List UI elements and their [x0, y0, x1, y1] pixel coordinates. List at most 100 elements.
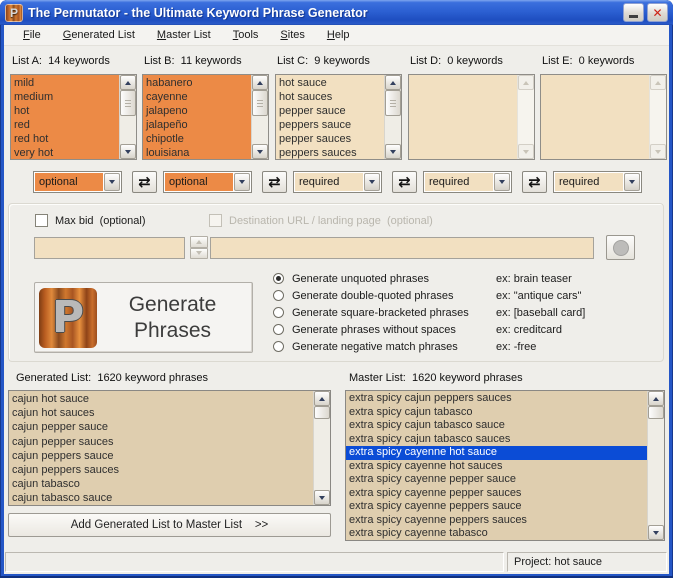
list-item[interactable]: red hot: [11, 132, 119, 146]
url-action-button[interactable]: [606, 235, 635, 260]
scrollbar-track[interactable]: [252, 90, 268, 144]
swap-a-b-button[interactable]: ⇄: [132, 171, 157, 193]
scroll-down-button[interactable]: [120, 144, 136, 159]
menu-sites[interactable]: Sites: [271, 26, 317, 44]
app-logo-icon[interactable]: P: [5, 4, 23, 22]
list-item[interactable]: hot: [11, 104, 119, 118]
scrollbar-track[interactable]: [648, 406, 664, 525]
list-item[interactable]: jalapeño: [143, 118, 251, 132]
scrollbar-track[interactable]: [120, 90, 136, 144]
list-b-listbox[interactable]: habanero cayenne jalapeno jalapeño chipo…: [142, 74, 269, 160]
scroll-down-button[interactable]: [385, 144, 401, 159]
list-item[interactable]: jalapeno: [143, 104, 251, 118]
destination-url-input[interactable]: [210, 237, 594, 259]
list-item[interactable]: cajun peppers sauces: [9, 463, 313, 477]
max-bid-checkbox[interactable]: Max bid (optional): [35, 214, 146, 227]
scroll-down-button[interactable]: [314, 490, 330, 505]
list-b-scrollbar[interactable]: [251, 75, 268, 159]
list-item[interactable]: extra spicy cajun tabasco sauces: [346, 433, 647, 447]
scroll-up-button[interactable]: [120, 75, 136, 90]
chevron-down-icon[interactable]: [364, 173, 380, 191]
option-without-spaces[interactable]: Generate phrases without spaces: [273, 323, 496, 336]
list-a-listbox[interactable]: mild medium hot red red hot very hot: [10, 74, 137, 160]
option-unquoted[interactable]: Generate unquoted phrases: [273, 272, 496, 285]
list-item[interactable]: cajun hot sauces: [9, 406, 313, 420]
list-item[interactable]: cajun pepper sauce: [9, 420, 313, 434]
list-item[interactable]: chipotle: [143, 132, 251, 146]
list-item[interactable]: peppers sauces: [276, 146, 384, 159]
list-item[interactable]: habanero: [143, 76, 251, 90]
scrollbar-thumb[interactable]: [385, 90, 401, 116]
list-item[interactable]: cajun hot sauce: [9, 392, 313, 406]
scroll-up-button[interactable]: [314, 391, 330, 406]
scrollbar-track[interactable]: [385, 90, 401, 144]
list-item[interactable]: extra spicy cayenne tabasco: [346, 527, 647, 540]
list-item[interactable]: extra spicy cayenne pepper sauces: [346, 487, 647, 501]
swap-c-d-button[interactable]: ⇄: [392, 171, 417, 193]
list-item[interactable]: hot sauces: [276, 90, 384, 104]
scrollbar-thumb[interactable]: [120, 90, 136, 116]
scroll-down-button[interactable]: [648, 525, 664, 540]
scrollbar-track[interactable]: [314, 406, 330, 490]
list-d-rule-combo[interactable]: required: [423, 171, 512, 193]
stepper-down-button[interactable]: [190, 248, 208, 260]
list-item[interactable]: cajun peppers sauce: [9, 449, 313, 463]
add-to-master-button[interactable]: Add Generated List to Master List >>: [8, 513, 331, 537]
list-c-scrollbar[interactable]: [384, 75, 401, 159]
max-bid-input[interactable]: [34, 237, 185, 259]
radio-icon[interactable]: [273, 324, 284, 335]
option-square-bracketed[interactable]: Generate square-bracketed phrases: [273, 306, 496, 319]
menu-file[interactable]: File: [14, 26, 54, 44]
list-e-rule-combo[interactable]: required: [553, 171, 642, 193]
list-a-rule-combo[interactable]: optional: [33, 171, 122, 193]
close-button[interactable]: ✕: [647, 3, 668, 22]
scroll-up-button[interactable]: [252, 75, 268, 90]
chevron-down-icon[interactable]: [234, 173, 250, 191]
list-item[interactable]: cajun tabasco: [9, 477, 313, 491]
master-scrollbar[interactable]: [647, 391, 664, 540]
list-item[interactable]: cajun tabasco sauce: [9, 491, 313, 505]
radio-icon[interactable]: [273, 307, 284, 318]
swap-b-c-button[interactable]: ⇄: [262, 171, 287, 193]
list-item[interactable]: cayenne: [143, 90, 251, 104]
master-listbox[interactable]: extra spicy cajun peppers sauces extra s…: [345, 390, 665, 541]
list-item[interactable]: louisiana: [143, 146, 251, 159]
checkbox-icon[interactable]: [35, 214, 48, 227]
menu-master-list[interactable]: Master List: [148, 26, 224, 44]
list-item[interactable]: extra spicy cajun tabasco: [346, 406, 647, 420]
list-d-listbox[interactable]: [408, 74, 535, 160]
list-item[interactable]: extra spicy cayenne hot sauces: [346, 460, 647, 474]
scroll-up-button[interactable]: [385, 75, 401, 90]
menu-tools[interactable]: Tools: [224, 26, 272, 44]
radio-icon[interactable]: [273, 290, 284, 301]
chevron-down-icon[interactable]: [494, 173, 510, 191]
checkbox-icon[interactable]: [209, 214, 222, 227]
list-item[interactable]: medium: [11, 90, 119, 104]
list-c-rule-combo[interactable]: required: [293, 171, 382, 193]
menu-help[interactable]: Help: [318, 26, 363, 44]
scrollbar-thumb[interactable]: [252, 90, 268, 116]
list-item[interactable]: extra spicy cayenne peppers sauce: [346, 500, 647, 514]
list-item[interactable]: peppers sauce: [276, 118, 384, 132]
list-item[interactable]: very hot: [11, 146, 119, 159]
list-item[interactable]: pepper sauces: [276, 132, 384, 146]
list-item[interactable]: red: [11, 118, 119, 132]
list-item[interactable]: pepper sauce: [276, 104, 384, 118]
selected-list-item[interactable]: extra spicy cayenne hot sauce: [346, 446, 647, 460]
list-c-listbox[interactable]: hot sauce hot sauces pepper sauce pepper…: [275, 74, 402, 160]
stepper-up-button[interactable]: [190, 236, 208, 248]
list-item[interactable]: hot sauce: [276, 76, 384, 90]
radio-icon[interactable]: [273, 341, 284, 352]
scrollbar-thumb[interactable]: [648, 406, 664, 419]
scrollbar-thumb[interactable]: [314, 406, 330, 419]
list-item[interactable]: extra spicy cayenne pepper sauce: [346, 473, 647, 487]
generated-listbox[interactable]: cajun hot sauce cajun hot sauces cajun p…: [8, 390, 331, 506]
chevron-down-icon[interactable]: [104, 173, 120, 191]
scroll-down-button[interactable]: [252, 144, 268, 159]
list-item[interactable]: extra spicy cayenne peppers sauces: [346, 514, 647, 528]
list-item[interactable]: cajun pepper sauces: [9, 435, 313, 449]
scroll-up-button[interactable]: [648, 391, 664, 406]
list-item[interactable]: extra spicy cajun tabasco sauce: [346, 419, 647, 433]
list-b-rule-combo[interactable]: optional: [163, 171, 252, 193]
minimize-button[interactable]: [623, 3, 644, 22]
